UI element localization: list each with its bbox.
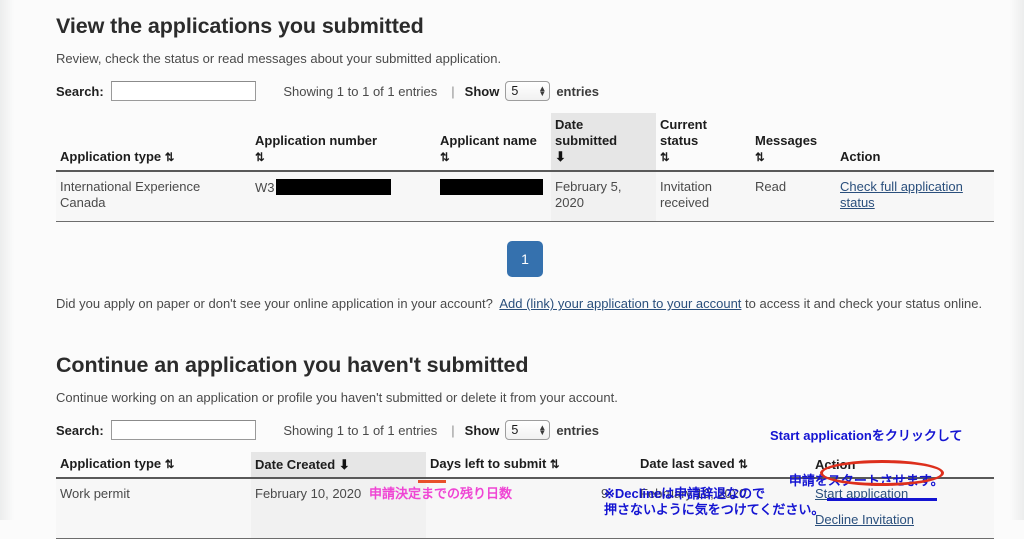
showing-entries-continue: Showing 1 to 1 of 1 entries bbox=[283, 422, 438, 438]
submitted-table-controls: Search: Showing 1 to 1 of 1 entries | Sh… bbox=[56, 81, 994, 101]
sort-both-icon[interactable]: ⇅ bbox=[165, 152, 175, 164]
col-current-status[interactable]: Current status ⇅ bbox=[656, 113, 751, 172]
col-label: Applicant name bbox=[440, 132, 537, 148]
add-link-application-link[interactable]: Add (link) your application to your acco… bbox=[499, 296, 741, 311]
sort-both-icon[interactable]: ⇅ bbox=[165, 459, 175, 471]
entries-label-submitted: entries bbox=[556, 83, 599, 99]
stepper-icon[interactable]: ▲ ▼ bbox=[538, 424, 547, 438]
control-pipe-submitted: | bbox=[451, 83, 455, 99]
stepper-icon[interactable]: ▲ ▼ bbox=[538, 85, 547, 98]
show-label-continue: Show bbox=[464, 422, 500, 438]
col-label: Application number bbox=[255, 132, 378, 148]
sort-both-icon[interactable]: ⇅ bbox=[660, 152, 670, 164]
table-row: International Experience Canada W3 Febru… bbox=[56, 170, 994, 223]
col-date-submitted[interactable]: Date submitted ⬇ bbox=[551, 113, 656, 172]
table-header-row: Application type ⇅ Application number ⇅ … bbox=[56, 113, 994, 172]
sort-both-icon[interactable]: ⇅ bbox=[755, 152, 765, 164]
search-label-submitted: Search: bbox=[56, 83, 104, 99]
col-label: Date Created bbox=[255, 456, 336, 472]
chevron-down-icon: ▼ bbox=[538, 89, 547, 98]
chevron-down-icon: ▼ bbox=[538, 428, 547, 438]
page-edge-left bbox=[0, 0, 14, 520]
pagination-page-number: 1 bbox=[521, 251, 529, 268]
annotation-days-left-note: 申請決定までの残り日数 bbox=[369, 486, 513, 501]
search-input-continue[interactable] bbox=[110, 420, 256, 441]
col-label: Date submitted bbox=[555, 117, 618, 149]
control-separator-continue bbox=[270, 423, 274, 438]
page-title-submitted: View the applications you submitted bbox=[56, 14, 424, 38]
search-input-submitted[interactable] bbox=[110, 81, 256, 101]
col-messages[interactable]: Messages ⇅ bbox=[751, 113, 836, 172]
sort-both-icon[interactable]: ⇅ bbox=[550, 459, 560, 471]
annotation-ellipse-start-application bbox=[820, 460, 944, 486]
submitted-applications-table: Application type ⇅ Application number ⇅ … bbox=[56, 113, 994, 223]
sort-both-icon[interactable]: ⇅ bbox=[738, 459, 748, 471]
redaction-bar-applicant-name bbox=[440, 178, 543, 195]
annotation-decline-note-line1: ※Declineは申請辞退なので bbox=[604, 486, 766, 501]
sort-both-icon[interactable]: ⇅ bbox=[255, 152, 265, 164]
control-pipe-continue: | bbox=[451, 422, 455, 438]
page-size-value-submitted: 5 bbox=[511, 84, 519, 98]
decline-invitation-link[interactable]: Decline Invitation bbox=[815, 512, 914, 527]
col-label: Messages bbox=[755, 132, 818, 148]
entries-label-continue: entries bbox=[556, 422, 599, 438]
annotation-start-application-note: Start applicationをクリックして 申請をスタートさせます。 bbox=[770, 398, 962, 504]
redaction-bar-application-number bbox=[275, 178, 391, 195]
cell-applicant-name bbox=[436, 170, 551, 223]
search-label-continue: Search: bbox=[56, 422, 104, 438]
cell-application-number: W3 bbox=[251, 170, 436, 223]
col-applicant-name[interactable]: Applicant name ⇅ bbox=[436, 113, 551, 172]
annotation-decline-note-line2: 押さないように気をつけてください。 bbox=[604, 502, 825, 517]
cell-messages: Read bbox=[751, 170, 836, 223]
col-application-type[interactable]: Application type ⇅ bbox=[56, 113, 251, 172]
application-number-prefix: W3 bbox=[255, 179, 275, 195]
page-size-value-continue: 5 bbox=[511, 423, 519, 438]
col-label: Date last saved bbox=[640, 456, 735, 472]
cell-date-submitted: February 5, 2020 bbox=[551, 170, 656, 223]
col-date-created[interactable]: Date Created ⬇ bbox=[251, 452, 426, 480]
page-size-select-continue[interactable]: 5 ▲ ▼ bbox=[505, 420, 551, 441]
check-full-application-status-link[interactable]: Check full application status bbox=[840, 179, 963, 210]
annotation-underline-days-left bbox=[418, 480, 446, 483]
sort-descending-icon[interactable]: ⬇ bbox=[555, 149, 566, 164]
pagination-page-1[interactable]: 1 bbox=[507, 241, 543, 278]
col-days-left-to-submit[interactable]: Days left to submit ⇅ bbox=[426, 452, 636, 480]
sort-descending-icon[interactable]: ⬇ bbox=[339, 457, 350, 472]
col-label: Application type bbox=[60, 456, 162, 472]
submitted-description: Review, check the status or read message… bbox=[56, 51, 502, 66]
pagination-submitted: 1 bbox=[56, 241, 994, 278]
cell-current-status: Invitation received bbox=[656, 170, 751, 223]
col-application-type[interactable]: Application type ⇅ bbox=[56, 452, 251, 480]
sort-both-icon[interactable]: ⇅ bbox=[440, 152, 450, 164]
col-label: Action bbox=[840, 148, 881, 164]
annotation-line-1: Start applicationをクリックして bbox=[770, 428, 963, 444]
cell-application-type: Work permit bbox=[56, 478, 251, 539]
page-title-continue: Continue an application you haven't subm… bbox=[56, 353, 529, 378]
annotation-underline-decline-invitation bbox=[827, 498, 937, 501]
paper-application-note: Did you apply on paper or don't see your… bbox=[56, 294, 994, 314]
col-label: Current status bbox=[660, 117, 707, 148]
col-label: Days left to submit bbox=[430, 456, 547, 472]
show-label-submitted: Show bbox=[464, 83, 500, 99]
control-separator-submitted bbox=[270, 84, 274, 99]
cell-application-type: International Experience Canada bbox=[56, 170, 251, 223]
paper-note-text-after: to access it and check your status onlin… bbox=[745, 296, 983, 312]
cell-action: Check full application status bbox=[836, 170, 994, 223]
page-size-select-submitted[interactable]: 5 ▲ ▼ bbox=[505, 81, 551, 101]
col-application-number[interactable]: Application number ⇅ bbox=[251, 113, 436, 172]
col-action: Action bbox=[836, 113, 994, 172]
paper-note-text-before: Did you apply on paper or don't see your… bbox=[56, 296, 493, 312]
col-label: Application type bbox=[60, 148, 162, 164]
showing-entries-submitted: Showing 1 to 1 of 1 entries bbox=[283, 83, 438, 99]
page-edge-right bbox=[1010, 0, 1024, 520]
